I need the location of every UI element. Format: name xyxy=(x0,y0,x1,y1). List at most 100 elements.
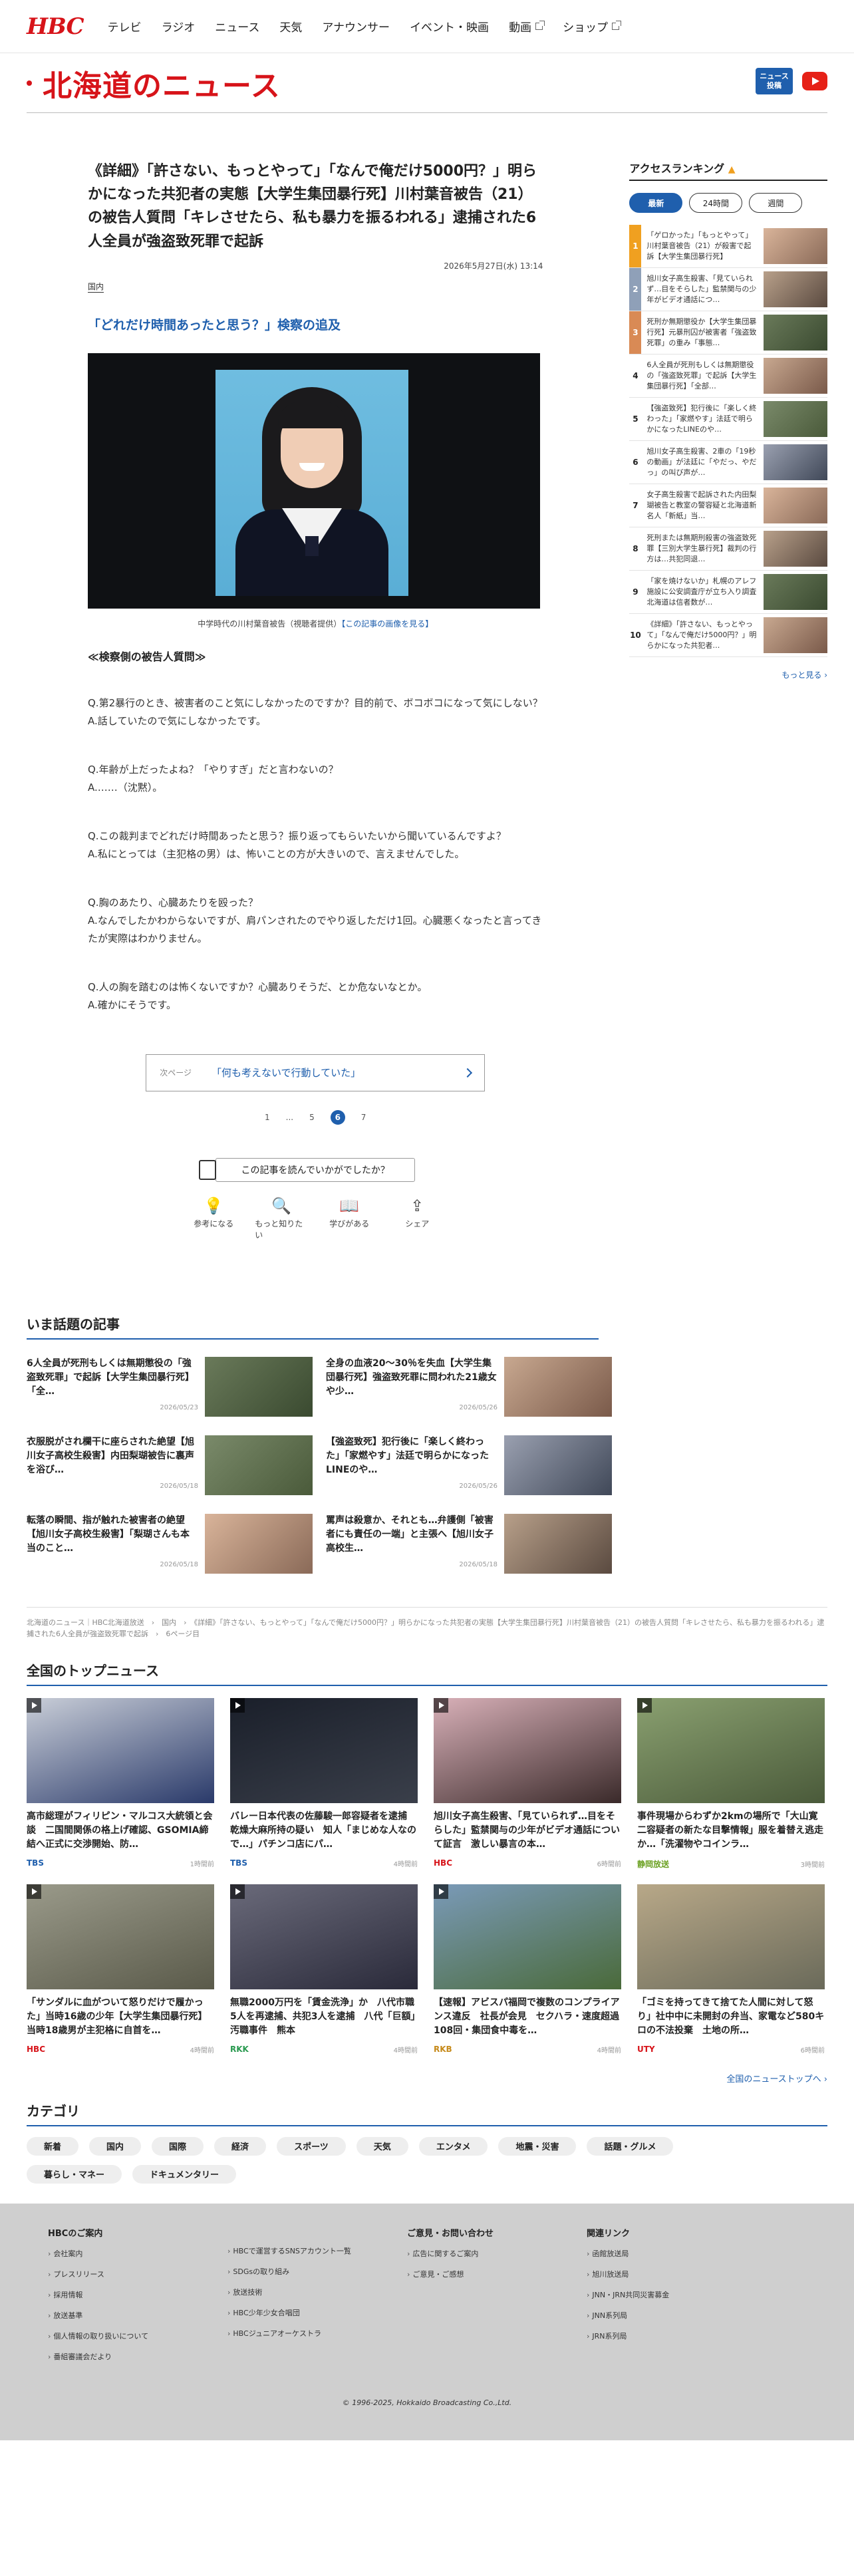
nav-tv[interactable]: テレビ xyxy=(108,18,142,35)
reaction-want-more[interactable]: 🔍 もっと知りたい xyxy=(255,1197,308,1240)
top-news-thumbnail xyxy=(637,1884,825,1989)
nav-weather[interactable]: 天気 xyxy=(279,18,302,35)
hot-topic-date: 2026/05/18 xyxy=(160,1560,198,1568)
footer-link[interactable]: JRN系列局 xyxy=(587,2331,766,2341)
nav-events[interactable]: イベント・映画 xyxy=(410,18,489,35)
breadcrumb[interactable]: 北海道のニュース｜HBC北海道放送 › 国内 › 《詳細》「許さない、もっとやっ… xyxy=(27,1606,827,1640)
category-chip[interactable]: 天気 xyxy=(356,2136,408,2156)
hot-topic-item[interactable]: 【強盗致死】犯行後に「楽しく終わった」「家燃やす」法廷で明らかになったLINEの… xyxy=(326,1435,612,1495)
article-photo[interactable] xyxy=(88,353,540,609)
category-chip[interactable]: 国内 xyxy=(89,2136,142,2156)
page-current[interactable]: 6 xyxy=(330,1109,345,1125)
category-chip[interactable]: 国際 xyxy=(152,2136,204,2156)
footer-link[interactable]: 放送基準 xyxy=(48,2310,227,2321)
article-category[interactable]: 国内 xyxy=(88,281,104,293)
category-chip[interactable]: 地震・災害 xyxy=(498,2136,577,2156)
rank-number: 4 xyxy=(633,371,639,380)
page-link[interactable]: 5 xyxy=(309,1113,315,1122)
reaction-learning[interactable]: 📖 学びがある xyxy=(323,1197,376,1240)
category-chip[interactable]: 話題・グルメ xyxy=(587,2136,674,2156)
rank-headline: 《詳細》「許さない、もっとやって」「なんで俺だけ5000円？」明らかになった共犯… xyxy=(646,620,757,650)
hot-topic-item[interactable]: 転落の瞬間、指が触れた被害者の絶望【旭川女子高校生殺害】「梨瑚さんも本当のこと…… xyxy=(27,1513,313,1574)
nav-radio[interactable]: ラジオ xyxy=(162,18,196,35)
nav-announcer[interactable]: アナウンサー xyxy=(322,18,390,35)
hot-topic-item[interactable]: 罵声は殺意か、それとも…弁護側「被害者にも責任の一端」と主張へ【旭川女子高校生…… xyxy=(326,1513,612,1574)
youtube-icon[interactable] xyxy=(802,72,827,90)
category-chip[interactable]: エンタメ xyxy=(418,2136,488,2156)
footer-link[interactable]: ご意見・ご感想 xyxy=(407,2269,587,2279)
national-top-news: 全国のトップニュース 高市総理がフィリピン・マルコス大統領と会談 二国間関係の格… xyxy=(27,1660,827,2084)
ranking-item[interactable]: 6 旭川女子高生殺害、2車の「19秒の動画」が法廷に「やだっ、やだっ」の叫び声が… xyxy=(629,441,827,484)
nav-shop[interactable]: ショップ xyxy=(563,18,622,35)
section-title[interactable]: 北海道のニュース xyxy=(27,62,281,104)
footer-link[interactable]: プレスリリース xyxy=(48,2269,227,2279)
footer-link[interactable]: 個人情報の取り扱いについて xyxy=(48,2331,227,2341)
category-chip[interactable]: ドキュメンタリー xyxy=(132,2164,237,2184)
top-news-thumbnail xyxy=(27,1884,214,1989)
top-news-card[interactable]: 旭川女子高生殺害、「見ていられず…目をそらした」監禁関与の少年がビデオ通話につい… xyxy=(434,1697,621,1870)
footer-link[interactable]: 会社案内 xyxy=(48,2248,227,2259)
rank-thumbnail xyxy=(764,228,827,264)
ranking-item[interactable]: 9 「家を焼けないか」札幌のアレフ施設に公安調査庁が立ち入り調査 北海道は信者数が… xyxy=(629,571,827,614)
hot-topics-title: いま話題の記事 xyxy=(27,1314,599,1340)
top-news-more-link[interactable]: 全国のニューストップへ › xyxy=(27,2072,827,2084)
ranking-more-link[interactable]: もっと見る › xyxy=(629,669,827,680)
ranking-item[interactable]: 3 死刑か無期懲役か【大学生集団暴行死】元暴刑囚が被害者「強盗致死罪」の重み「事態… xyxy=(629,311,827,355)
ranking-item[interactable]: 1 「ゲロかった」「もっとやって」川村葉音被告（21）が殺害で起訴【大学生集団暴行… xyxy=(629,225,827,268)
hot-topic-item[interactable]: 全身の血液20～30％を失血【大学生集団暴行死】強盗致死罪に問われた21歳女や少… xyxy=(326,1356,612,1417)
ranking-item[interactable]: 2 旭川女子高生殺害、「見ていられず…目をそらした」監禁関与の少年がビデオ通話につ… xyxy=(629,268,827,311)
tab-24h[interactable]: 24時間 xyxy=(689,193,743,213)
top-news-card[interactable]: 【速報】アビスパ福岡で複数のコンプライアンス違反 社長が会見 セクハラ・速度超過… xyxy=(434,1884,621,2055)
hot-topic-date: 2026/05/26 xyxy=(459,1403,498,1411)
reaction-share[interactable]: ⇪ シェア xyxy=(390,1197,444,1240)
next-page-button[interactable]: 次ページ 「何も考えないで行動していた」 xyxy=(146,1054,486,1091)
ranking-item[interactable]: 7 女子高生殺害で起訴された内田梨瑚被告と教室の警容疑と北海道新名人「新紙」当… xyxy=(629,484,827,527)
view-images-link[interactable]: 【この記事の画像を見る】 xyxy=(341,619,433,629)
footer-link[interactable]: HBCで運営するSNSアカウント一覧 xyxy=(227,2245,407,2256)
ranking-item[interactable]: 10 《詳細》「許さない、もっとやって」「なんで俺だけ5000円？」明らかになった… xyxy=(629,614,827,657)
ranking-item[interactable]: 5 【強盗致死】犯行後に「楽しく終わった」「家燃やす」法廷で明らかになったLINE… xyxy=(629,398,827,441)
footer-link[interactable]: 採用情報 xyxy=(48,2289,227,2300)
rank-number: 9 xyxy=(633,587,639,597)
footer-link[interactable]: 広告に関するご案内 xyxy=(407,2248,587,2259)
news-time-ago: 4時間前 xyxy=(190,2047,214,2055)
footer-link[interactable]: 番組審議会だより xyxy=(48,2351,227,2362)
footer-link[interactable]: JNN系列局 xyxy=(587,2310,766,2321)
hbc-logo[interactable]: HBC xyxy=(27,13,84,40)
nav-video[interactable]: 動画 xyxy=(509,18,545,35)
ranking-item[interactable]: 4 6人全員が死刑もしくは無期懲役の「強盗致死罪」で起訴【大学生集団暴行死】「全部… xyxy=(629,355,827,398)
hot-topic-item[interactable]: 衣服脱がされ欄干に座らされた絶望【旭川女子高校生殺害】内田梨瑚被告に裏声を浴び…… xyxy=(27,1435,313,1495)
tab-weekly[interactable]: 週間 xyxy=(749,193,803,213)
hot-topic-item[interactable]: 6人全員が死刑もしくは無期懲役の「強盗致死罪」で起訴【大学生集団暴行死】「全… 2… xyxy=(27,1356,313,1417)
category-chip[interactable]: 暮らし・マネー xyxy=(27,2164,122,2184)
footer-link[interactable]: 放送技術 xyxy=(227,2287,407,2297)
category-chip[interactable]: スポーツ xyxy=(277,2136,346,2156)
footer-link[interactable]: 旭川放送局 xyxy=(587,2269,766,2279)
category-chip[interactable]: 新着 xyxy=(27,2136,79,2156)
category-chip[interactable]: 経済 xyxy=(214,2136,267,2156)
reaction-helpful[interactable]: 💡 参考になる xyxy=(187,1197,240,1240)
footer-link[interactable]: 函館放送局 xyxy=(587,2248,766,2259)
top-news-card[interactable]: 無職2000万円を「賃金洗浄」か 八代市職5人を再逮捕、共犯3人を逮捕 八代「巨… xyxy=(230,1884,418,2055)
hot-topic-text: 罵声は殺意か、それとも…弁護側「被害者にも責任の一端」と主張へ【旭川女子高校生…… xyxy=(326,1514,498,1574)
top-news-card[interactable]: バレー日本代表の佐藤駿一郎容疑者を逮捕 乾燥大麻所持の疑い 知人「まじめな人なの… xyxy=(230,1697,418,1870)
tab-latest[interactable]: 最新 xyxy=(629,193,683,213)
news-time-ago: 3時間前 xyxy=(800,1861,825,1869)
footer-link[interactable]: SDGsの取り組み xyxy=(227,2266,407,2277)
page-link[interactable]: 1 xyxy=(265,1113,270,1122)
top-news-card[interactable]: 「ゴミを持ってきて捨てた人間に対して怒り」社中中に未開封の弁当、家電など580キ… xyxy=(637,1884,825,2055)
news-submit-button[interactable]: ニュース 投稿 xyxy=(756,68,793,94)
top-news-card[interactable]: 事件現場からわずか2kmの場所で「大山寛二容疑者の新たな目撃情報」服を着替え逃走… xyxy=(637,1697,825,1870)
footer-link[interactable]: HBCジュニアオーケストラ xyxy=(227,2328,407,2339)
hot-topic-date: 2026/05/18 xyxy=(459,1560,498,1568)
nav-news[interactable]: ニュース xyxy=(215,18,259,35)
categories-title: カテゴリ xyxy=(27,2100,827,2126)
top-news-card[interactable]: 「サンダルに血がついて怒りだけで履かった」当時16歳の少年【大学生集団暴行死】当… xyxy=(27,1884,214,2055)
footer-link[interactable]: HBC少年少女合唱団 xyxy=(227,2307,407,2318)
footer-link[interactable]: JNN・JRN共同災害募金 xyxy=(587,2289,766,2300)
top-news-card[interactable]: 高市総理がフィリピン・マルコス大統領と会談 二国間関係の格上げ確認、GSOMIA… xyxy=(27,1697,214,1870)
qa-block: Q.人の胸を踏むのは怖くないですか？心臓ありそうだ、とか危ないなとか。 A.確かに… xyxy=(88,980,428,1011)
ranking-item[interactable]: 8 死刑または無期刑殺害の強盗致死罪【三別大学生暴行死】裁判の行方は…共犯同退… xyxy=(629,527,827,571)
footer-column: ご意見・お問い合わせ広告に関するご案内ご意見・ご感想 xyxy=(407,2226,587,2372)
page-link[interactable]: 7 xyxy=(361,1113,366,1122)
